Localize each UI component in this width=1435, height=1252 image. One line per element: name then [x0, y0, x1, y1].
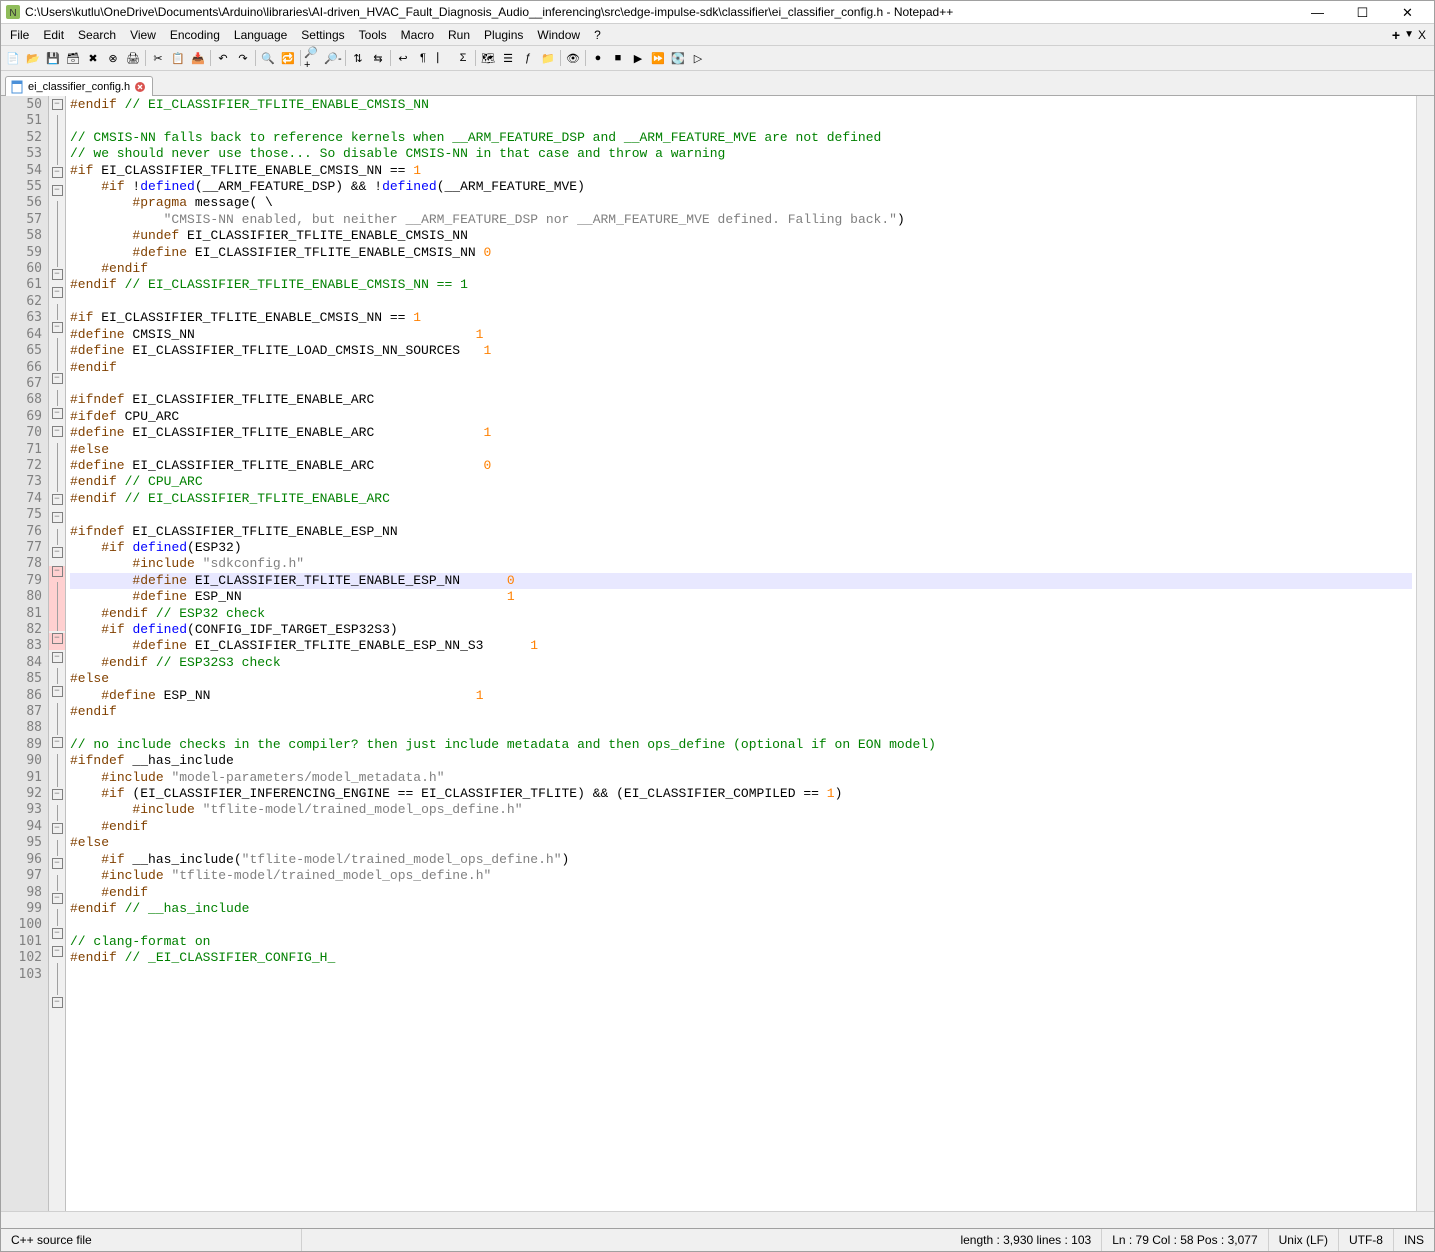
wordwrap-icon[interactable]: ↩: [393, 48, 413, 68]
func-list-icon[interactable]: ƒ: [518, 48, 538, 68]
find-icon[interactable]: 🔍: [258, 48, 278, 68]
record-icon[interactable]: ●: [588, 48, 608, 68]
sync-v-icon[interactable]: ⇅: [348, 48, 368, 68]
close-all-icon[interactable]: ⊗: [103, 48, 123, 68]
doc-list-icon[interactable]: ☰: [498, 48, 518, 68]
menubar: File Edit Search View Encoding Language …: [1, 24, 1434, 46]
print-icon[interactable]: 🖨: [123, 48, 143, 68]
cut-icon[interactable]: ✂: [148, 48, 168, 68]
app-icon: N: [5, 4, 21, 20]
close-button[interactable]: ✕: [1385, 1, 1430, 23]
tab-ei-classifier-config[interactable]: ei_classifier_config.h: [5, 76, 153, 96]
menu-edit[interactable]: Edit: [36, 26, 71, 44]
horizontal-scrollbar[interactable]: [1, 1211, 1434, 1228]
status-length: length : 3,930 lines : 103: [950, 1229, 1102, 1251]
sync-h-icon[interactable]: ⇆: [368, 48, 388, 68]
menu-plus-icon[interactable]: +: [1392, 27, 1400, 43]
folder-icon[interactable]: 📁: [538, 48, 558, 68]
status-eol[interactable]: Unix (LF): [1269, 1229, 1339, 1251]
menu-settings[interactable]: Settings: [294, 26, 351, 44]
file-icon: [10, 80, 24, 94]
menu-search[interactable]: Search: [71, 26, 123, 44]
tab-bar: ei_classifier_config.h: [1, 71, 1434, 96]
menu-run[interactable]: Run: [441, 26, 477, 44]
menu-window[interactable]: Window: [530, 26, 587, 44]
play-multi-icon[interactable]: ⏩: [648, 48, 668, 68]
menu-plugins[interactable]: Plugins: [477, 26, 530, 44]
replace-icon[interactable]: 🔁: [278, 48, 298, 68]
menu-close-icon[interactable]: X: [1418, 28, 1426, 42]
doc-map-icon[interactable]: 🗺: [478, 48, 498, 68]
whitespace-icon[interactable]: ¶: [413, 48, 433, 68]
tab-close-icon[interactable]: [134, 81, 146, 93]
menu-help[interactable]: ?: [587, 26, 608, 44]
menu-file[interactable]: File: [3, 26, 36, 44]
save-icon[interactable]: 💾: [43, 48, 63, 68]
code-area[interactable]: #endif // EI_CLASSIFIER_TFLITE_ENABLE_CM…: [66, 96, 1416, 1211]
paste-icon[interactable]: 📥: [188, 48, 208, 68]
vertical-scrollbar[interactable]: [1416, 96, 1434, 1211]
status-position: Ln : 79 Col : 58 Pos : 3,077: [1102, 1229, 1268, 1251]
window-controls: ― ☐ ✕: [1295, 1, 1430, 23]
lang-icon[interactable]: Σ: [453, 48, 473, 68]
status-encoding[interactable]: UTF-8: [1339, 1229, 1394, 1251]
menu-caret-icon[interactable]: ▼: [1404, 29, 1414, 40]
toolbar: 📄📂💾🗃✖⊗🖨✂📋📥↶↷🔍🔁🔎+🔎-⇅⇆↩¶⎸Σ🗺☰ƒ📁👁●■▶⏩💽▷: [1, 46, 1434, 71]
zoom-out-icon[interactable]: 🔎-: [323, 48, 343, 68]
fold-gutter[interactable]: −−−−−−−−−−−−−−−−−−−−−−−−: [49, 96, 66, 1211]
svg-text:N: N: [9, 8, 16, 19]
zoom-in-icon[interactable]: 🔎+: [303, 48, 323, 68]
monitor-icon[interactable]: 👁: [563, 48, 583, 68]
tab-label: ei_classifier_config.h: [28, 81, 130, 93]
new-file-icon[interactable]: 📄: [3, 48, 23, 68]
save-macro-icon[interactable]: 💽: [668, 48, 688, 68]
minimize-button[interactable]: ―: [1295, 1, 1340, 23]
menu-language[interactable]: Language: [227, 26, 294, 44]
run-macro-icon[interactable]: ▷: [688, 48, 708, 68]
editor: 5051525354555657585960616263646566676869…: [1, 96, 1434, 1211]
redo-icon[interactable]: ↷: [233, 48, 253, 68]
menu-tools[interactable]: Tools: [352, 26, 394, 44]
line-number-gutter: 5051525354555657585960616263646566676869…: [1, 96, 49, 1211]
open-file-icon[interactable]: 📂: [23, 48, 43, 68]
copy-icon[interactable]: 📋: [168, 48, 188, 68]
undo-icon[interactable]: ↶: [213, 48, 233, 68]
menu-overflow: + ▼ X: [1392, 27, 1432, 43]
play-icon[interactable]: ▶: [628, 48, 648, 68]
close-icon[interactable]: ✖: [83, 48, 103, 68]
maximize-button[interactable]: ☐: [1340, 1, 1385, 23]
menu-macro[interactable]: Macro: [394, 26, 441, 44]
app-window: N C:\Users\kutlu\OneDrive\Documents\Ardu…: [0, 0, 1435, 1252]
status-filetype: C++ source file: [1, 1229, 302, 1251]
indent-guide-icon[interactable]: ⎸: [433, 48, 453, 68]
menu-encoding[interactable]: Encoding: [163, 26, 227, 44]
stop-icon[interactable]: ■: [608, 48, 628, 68]
menu-view[interactable]: View: [123, 26, 163, 44]
status-insert-mode[interactable]: INS: [1394, 1229, 1434, 1251]
titlebar: N C:\Users\kutlu\OneDrive\Documents\Ardu…: [1, 1, 1434, 24]
statusbar: C++ source file length : 3,930 lines : 1…: [1, 1228, 1434, 1251]
window-title: C:\Users\kutlu\OneDrive\Documents\Arduin…: [25, 5, 1295, 19]
save-all-icon[interactable]: 🗃: [63, 48, 83, 68]
